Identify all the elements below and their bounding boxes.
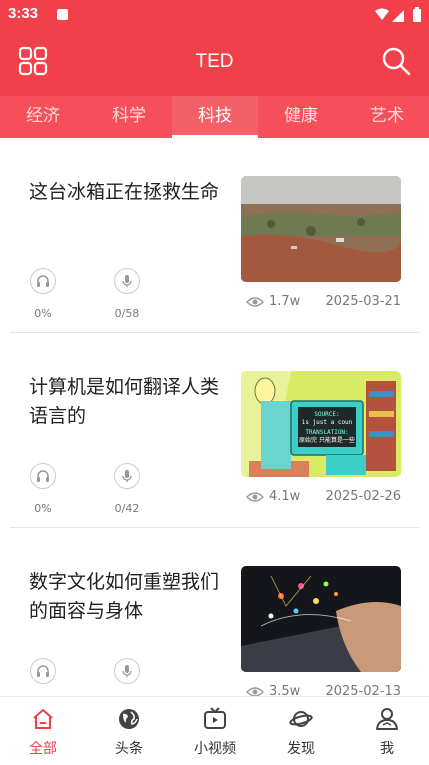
tab-technology[interactable]: 科技 xyxy=(172,96,258,138)
nav-all[interactable]: 全部 xyxy=(0,697,86,765)
thumb-text: is just a coun xyxy=(302,419,353,426)
thumb-text: SOURCE: xyxy=(314,411,339,418)
tab-art[interactable]: 艺术 xyxy=(344,96,429,138)
publish-date: 2025-02-26 xyxy=(325,489,401,504)
headphones-icon[interactable] xyxy=(30,658,56,684)
listen-progress: 0% xyxy=(34,307,52,320)
nav-short-video[interactable]: 小视频 xyxy=(172,697,258,765)
eye-icon xyxy=(246,296,264,307)
nav-discover[interactable]: 发现 xyxy=(258,697,344,765)
headphones-icon[interactable] xyxy=(30,268,56,294)
home-icon xyxy=(33,709,53,729)
tab-science[interactable]: 科学 xyxy=(86,96,172,138)
status-bar: 3:33 xyxy=(0,0,429,30)
article-card[interactable]: 数字文化如何重塑我们的面容与身体 3.5w 2025-02-13 xyxy=(10,528,419,696)
notification-icon xyxy=(57,9,68,20)
speak-progress: 0/58 xyxy=(114,307,140,320)
nav-label: 发现 xyxy=(287,741,315,757)
view-count-text: 1.7w xyxy=(269,294,301,309)
nav-headlines[interactable]: 头条 xyxy=(86,697,172,765)
headphones-icon[interactable] xyxy=(30,463,56,489)
thumb-text: TRANSLATION: xyxy=(305,429,348,436)
app-title: TED xyxy=(195,51,234,72)
globe-icon xyxy=(119,709,139,729)
listen-progress: 0% xyxy=(34,502,52,515)
status-time: 3:33 xyxy=(8,5,39,22)
article-title: 计算机是如何翻译人类语言的 xyxy=(29,376,220,427)
article-thumbnail[interactable] xyxy=(241,176,401,282)
tab-health[interactable]: 健康 xyxy=(258,96,344,138)
article-thumbnail[interactable]: SOURCE: is just a coun TRANSLATION: 原始完 … xyxy=(241,371,401,477)
thumb-text: 原始完 只能算是一些 xyxy=(299,436,355,444)
view-count: 1.7w xyxy=(246,294,300,309)
view-count-text: 4.1w xyxy=(269,489,301,504)
article-card[interactable]: 这台冰箱正在拯救生命 0% 0/58 1.7w 2025-03-21 xyxy=(10,138,419,333)
microphone-icon[interactable] xyxy=(114,463,140,489)
article-title: 这台冰箱正在拯救生命 xyxy=(29,181,220,203)
article-card[interactable]: 计算机是如何翻译人类语言的 0% 0/42 SOURCE: is just a … xyxy=(10,333,419,528)
nav-label: 全部 xyxy=(29,741,57,757)
publish-date: 2025-02-13 xyxy=(325,684,401,696)
search-icon[interactable] xyxy=(381,46,411,76)
microphone-icon[interactable] xyxy=(114,658,140,684)
speak-progress: 0/42 xyxy=(114,502,140,515)
nav-label: 头条 xyxy=(115,741,143,757)
category-tabs: 经济 科学 科技 健康 艺术 xyxy=(0,96,429,138)
user-icon xyxy=(376,708,398,730)
status-icons xyxy=(375,7,421,22)
bottom-nav: 全部 头条 小视频 发现 我 xyxy=(0,696,429,764)
nav-label: 我 xyxy=(380,741,394,757)
nav-label: 小视频 xyxy=(194,741,236,757)
microphone-icon[interactable] xyxy=(114,268,140,294)
view-count: 4.1w xyxy=(246,489,300,504)
article-thumbnail[interactable] xyxy=(241,566,401,672)
app-header: TED xyxy=(0,30,429,96)
publish-date: 2025-03-21 xyxy=(325,294,401,309)
article-title: 数字文化如何重塑我们的面容与身体 xyxy=(29,571,220,622)
planet-icon xyxy=(289,711,313,727)
tv-icon xyxy=(204,707,226,729)
article-feed: 这台冰箱正在拯救生命 0% 0/58 1.7w 2025-03-21 计算机是如… xyxy=(0,138,429,696)
eye-icon xyxy=(246,686,264,696)
tab-economy[interactable]: 经济 xyxy=(0,96,86,138)
nav-me[interactable]: 我 xyxy=(344,697,429,765)
view-count-text: 3.5w xyxy=(269,684,301,696)
view-count: 3.5w xyxy=(246,684,300,696)
eye-icon xyxy=(246,491,264,502)
